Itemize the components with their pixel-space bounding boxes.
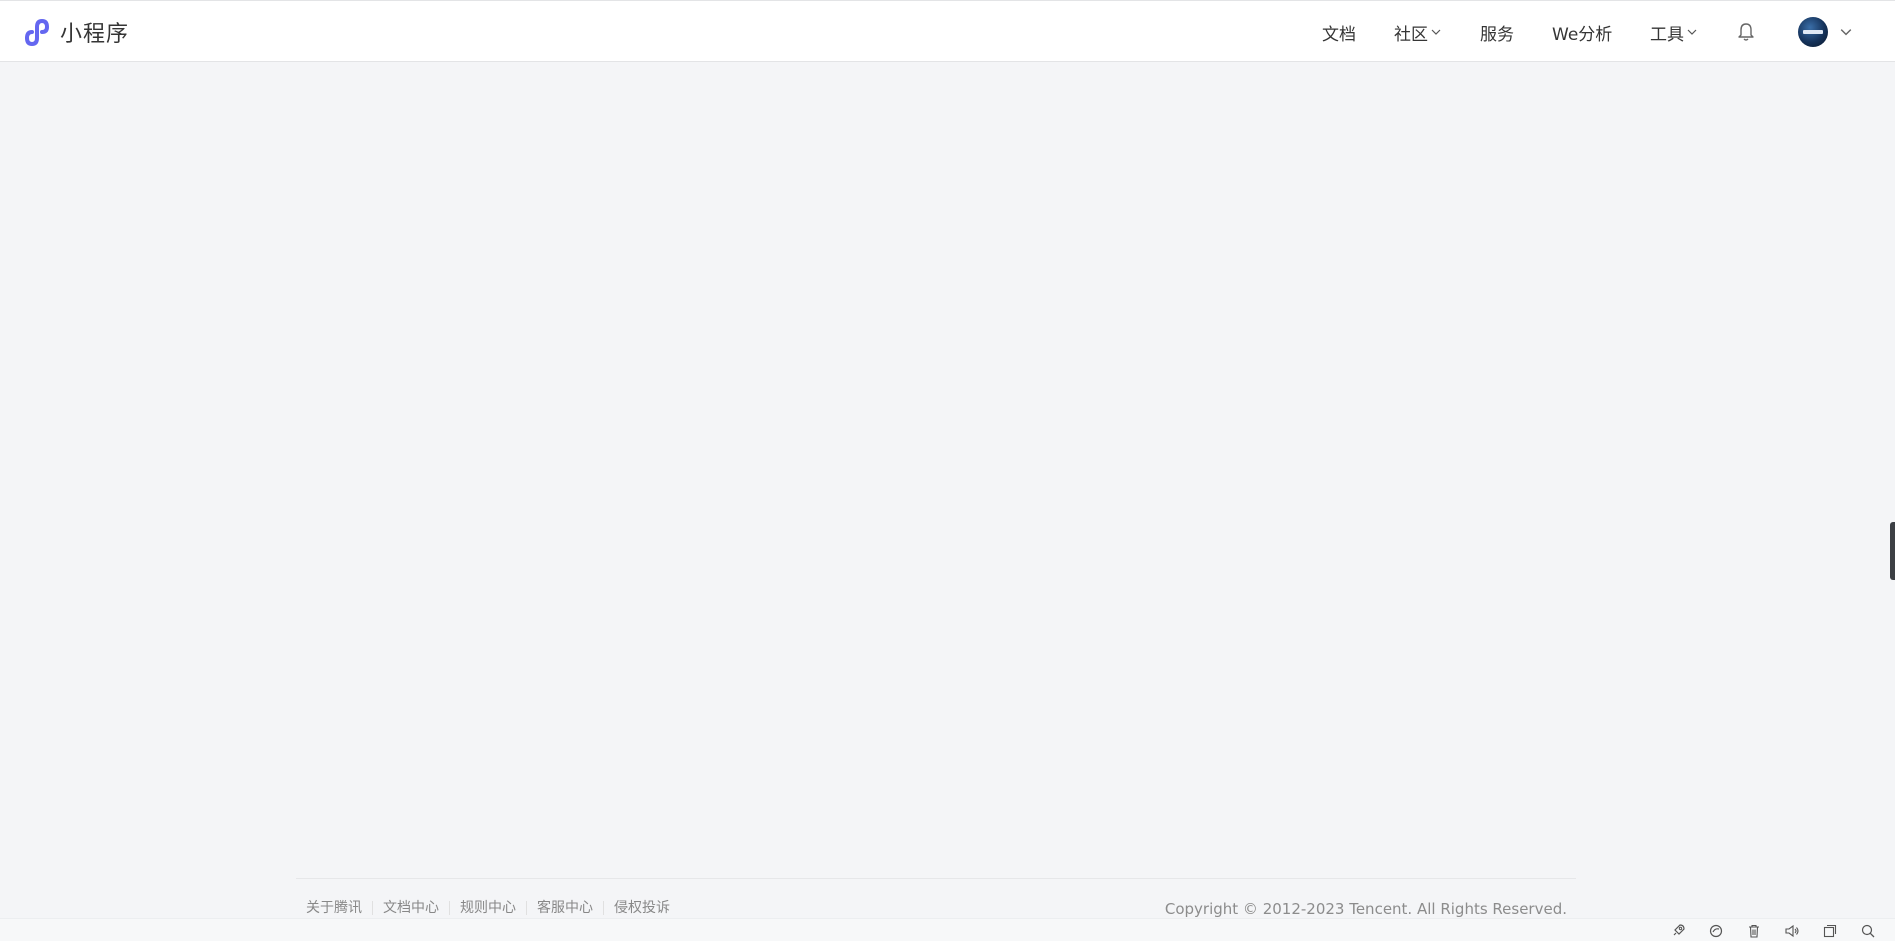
footer-divider — [296, 878, 1576, 879]
nav-docs[interactable]: 文档 — [1322, 1, 1356, 63]
nav-services-label: 服务 — [1480, 24, 1514, 45]
nav-tools-label: 工具 — [1650, 24, 1684, 45]
nav-community[interactable]: 社区 — [1394, 1, 1441, 63]
copyright-text: Copyright © 2012-2023 Tencent. All Right… — [1164, 900, 1567, 918]
nav-analytics[interactable]: We分析 — [1552, 1, 1612, 63]
rocket-icon[interactable] — [1670, 923, 1686, 939]
avatar[interactable] — [1798, 17, 1828, 47]
footer-link-docs-center[interactable]: 文档中心 — [372, 901, 449, 915]
footer-link-rules-center[interactable]: 规则中心 — [449, 901, 526, 915]
top-nav-bar: 小程序 文档 社区 服务 We分析 工具 — [0, 0, 1895, 62]
user-menu[interactable] — [1798, 1, 1852, 63]
brand-logo[interactable]: 小程序 — [18, 15, 129, 49]
speaker-icon[interactable] — [1784, 923, 1800, 939]
side-drawer-handle[interactable] — [1890, 522, 1895, 580]
footer-link-about[interactable]: 关于腾讯 — [306, 901, 372, 915]
mini-program-logo-icon — [25, 18, 50, 47]
chevron-down-icon[interactable] — [1840, 26, 1852, 38]
footer-links: 关于腾讯 文档中心 规则中心 客服中心 侵权投诉 — [306, 901, 680, 915]
nav-docs-label: 文档 — [1322, 24, 1356, 45]
chevron-down-icon — [1687, 29, 1697, 35]
chevron-down-icon — [1431, 29, 1441, 35]
footer-link-infringement[interactable]: 侵权投诉 — [603, 901, 680, 915]
search-icon[interactable] — [1860, 923, 1876, 939]
refresh-icon[interactable] — [1708, 923, 1724, 939]
notifications-button[interactable] — [1735, 1, 1757, 63]
bottom-toolbar — [0, 918, 1895, 941]
nav-tools[interactable]: 工具 — [1650, 1, 1697, 63]
trash-icon[interactable] — [1746, 923, 1762, 939]
footer-link-support-center[interactable]: 客服中心 — [526, 901, 603, 915]
window-icon[interactable] — [1822, 923, 1838, 939]
page: 小程序 文档 社区 服务 We分析 工具 关于腾讯 文档中心 规则中心 客服中心… — [0, 0, 1895, 941]
bell-icon — [1738, 23, 1754, 41]
brand-name: 小程序 — [60, 22, 130, 47]
nav-services[interactable]: 服务 — [1480, 1, 1514, 63]
nav-analytics-label: We分析 — [1552, 24, 1613, 45]
nav-community-label: 社区 — [1394, 24, 1428, 45]
